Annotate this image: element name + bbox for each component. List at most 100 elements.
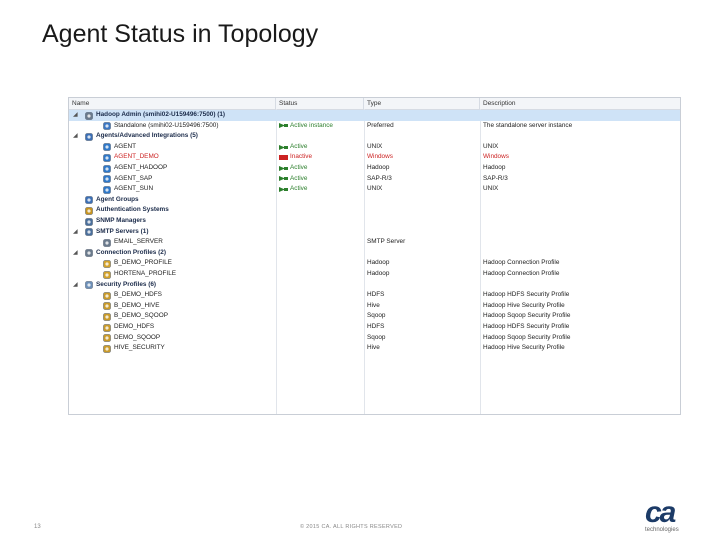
profile-icon: [103, 270, 111, 279]
cell-type: Hadoop: [367, 164, 390, 171]
table-row[interactable]: DEMO_HDFS HDFS Hadoop HDFS Security Profil…: [69, 322, 680, 333]
table-row[interactable]: ◢ Hadoop Admin (smihi02-U159496:7500) (1): [69, 110, 680, 121]
table-row[interactable]: HIVE_SECURITY Hive Hadoop Hive Security Pr…: [69, 343, 680, 354]
active-status-icon: [279, 144, 288, 150]
server-icon: [85, 111, 93, 120]
cell-status: Active: [279, 163, 363, 174]
table-row[interactable]: DEMO_SQOOP Sqoop Hadoop Sqoop Security Pro…: [69, 333, 680, 344]
column-header-type[interactable]: Type: [364, 98, 480, 109]
cell-description: Hadoop Connection Profile: [483, 270, 560, 277]
agent-icon: [103, 154, 111, 162]
active-status-icon: [279, 175, 288, 182]
connection-icon: [85, 249, 93, 257]
cell-name: AGENT_SAP: [114, 174, 153, 182]
expand-toggle-icon[interactable]: ◢: [73, 131, 78, 142]
sort-ascending-icon[interactable]: ^: [173, 98, 176, 101]
table-row[interactable]: AGENT Active UNIX UNIX: [69, 142, 680, 153]
cell-status: Active: [279, 184, 363, 195]
column-header-status[interactable]: Status: [276, 98, 364, 109]
topology-grid[interactable]: Name ^ Status Type Description ◢ Hadoop A…: [68, 97, 681, 415]
cell-description: Windows: [483, 153, 509, 161]
cell-type: Hadoop: [367, 259, 390, 267]
cell-name: DEMO_HDFS: [114, 323, 155, 330]
inactive-status-icon: [279, 154, 288, 161]
cell-name: AGENT: [114, 142, 137, 150]
cell-name: SMTP Servers (1): [96, 227, 149, 235]
cell-name: HORTENA_PROFILE: [114, 270, 177, 277]
table-row[interactable]: ◢ Security Profiles (6): [69, 280, 680, 291]
cell-description: Hadoop Hive Security Profile: [483, 344, 565, 352]
cell-name: AGENT_SUN: [114, 185, 154, 193]
cell-description: Hadoop Hive Security Profile: [483, 301, 565, 309]
active-status-icon: [279, 186, 288, 192]
table-row[interactable]: AGENT_SAP Active SAP-R/3 SAP-R/3: [69, 174, 680, 185]
cell-name: Agents/Advanced Integrations (5): [96, 132, 198, 140]
cell-name: HIVE_SECURITY: [114, 344, 165, 352]
table-row[interactable]: Authentication Systems: [69, 205, 680, 216]
cell-type: Hadoop: [367, 270, 390, 277]
table-row[interactable]: HORTENA_PROFILE Hadoop Hadoop Connection P…: [69, 269, 680, 280]
expand-toggle-icon[interactable]: ◢: [73, 248, 78, 259]
cell-description: Hadoop Sqoop Security Profile: [483, 312, 571, 320]
table-row[interactable]: B_DEMO_PROFILE Hadoop Hadoop Connection Pr…: [69, 258, 680, 269]
table-row[interactable]: B_DEMO_HDFS HDFS Hadoop HDFS Security Prof…: [69, 290, 680, 301]
cell-name: AGENT_DEMO: [114, 153, 159, 161]
cell-type: Sqoop: [367, 312, 386, 320]
snmp-icon: [85, 217, 93, 226]
ca-technologies-logo: ca technologies: [643, 496, 693, 536]
cell-name: Security Profiles (6): [96, 280, 157, 288]
expand-toggle-icon[interactable]: ◢: [73, 227, 78, 238]
active-status-icon: [279, 122, 288, 129]
table-row[interactable]: ◢ SMTP Servers (1): [69, 227, 680, 238]
cell-name: Connection Profiles (2): [96, 248, 166, 256]
cell-name: Standalone (smihi02-U159496:7500): [114, 121, 219, 129]
table-row[interactable]: AGENT_HADOOP Active Hadoop Hadoop: [69, 163, 680, 174]
cell-name: B_DEMO_HIVE: [114, 301, 160, 309]
cell-name: B_DEMO_HDFS: [114, 291, 162, 299]
cell-type: Hive: [367, 301, 380, 309]
status-label: Active: [290, 142, 308, 150]
profile-icon: [103, 260, 111, 268]
cell-name: Hadoop Admin (smihi02-U159496:7500) (1): [96, 111, 226, 118]
agent-icon: [103, 164, 111, 173]
expand-toggle-icon[interactable]: ◢: [73, 280, 78, 291]
cell-name: Agent Groups: [96, 195, 139, 203]
logo-subtext: technologies: [645, 527, 679, 533]
cell-type: SAP-R/3: [367, 174, 392, 182]
cell-status: Active: [279, 174, 363, 185]
slide-title: Agent Status in Topology: [42, 20, 319, 48]
table-row[interactable]: B_DEMO_HIVE Hive Hadoop Hive Security Prof…: [69, 301, 680, 312]
agent-icon: [103, 175, 111, 183]
expand-toggle-icon[interactable]: ◢: [73, 110, 78, 121]
table-row[interactable]: Agent Groups: [69, 195, 680, 206]
table-row[interactable]: Standalone (smihi02-U159496:7500) Active …: [69, 121, 680, 132]
cell-description: The standalone server instance: [483, 121, 573, 129]
table-row[interactable]: SNMP Managers: [69, 216, 680, 227]
security-icon: [85, 281, 93, 289]
sec-profile-icon: [103, 344, 111, 353]
table-row[interactable]: EMAIL_SERVER SMTP Server: [69, 237, 680, 248]
column-header-description[interactable]: Description: [480, 98, 680, 109]
table-row[interactable]: AGENT_SUN Active UNIX UNIX: [69, 184, 680, 195]
table-row[interactable]: ◢ Agents/Advanced Integrations (5): [69, 131, 680, 142]
cell-description: UNIX: [483, 142, 499, 150]
cell-name: AGENT_HADOOP: [114, 164, 168, 171]
auth-icon: [85, 207, 93, 215]
cell-description: UNIX: [483, 185, 499, 193]
table-row[interactable]: B_DEMO_SQOOP Sqoop Hadoop Sqoop Security P…: [69, 311, 680, 322]
cell-name: EMAIL_SERVER: [114, 238, 163, 246]
standalone-icon: [103, 122, 111, 130]
table-row[interactable]: ◢ Connection Profiles (2): [69, 248, 680, 259]
cell-type: Windows: [367, 153, 393, 161]
cell-name: B_DEMO_PROFILE: [114, 259, 172, 267]
cell-name: DEMO_SQOOP: [114, 333, 161, 341]
smtp-icon: [85, 228, 93, 236]
cell-type: SMTP Server: [367, 238, 406, 246]
status-label: Active: [290, 174, 308, 182]
status-label: Active instance: [290, 121, 333, 129]
table-row[interactable]: AGENT_DEMO Inactive Windows Windows: [69, 152, 680, 163]
cell-description: Hadoop Sqoop Security Profile: [483, 333, 571, 341]
sec-profile-icon: [103, 334, 111, 342]
logo-mark: ca: [645, 496, 676, 529]
cell-type: HDFS: [367, 291, 385, 299]
